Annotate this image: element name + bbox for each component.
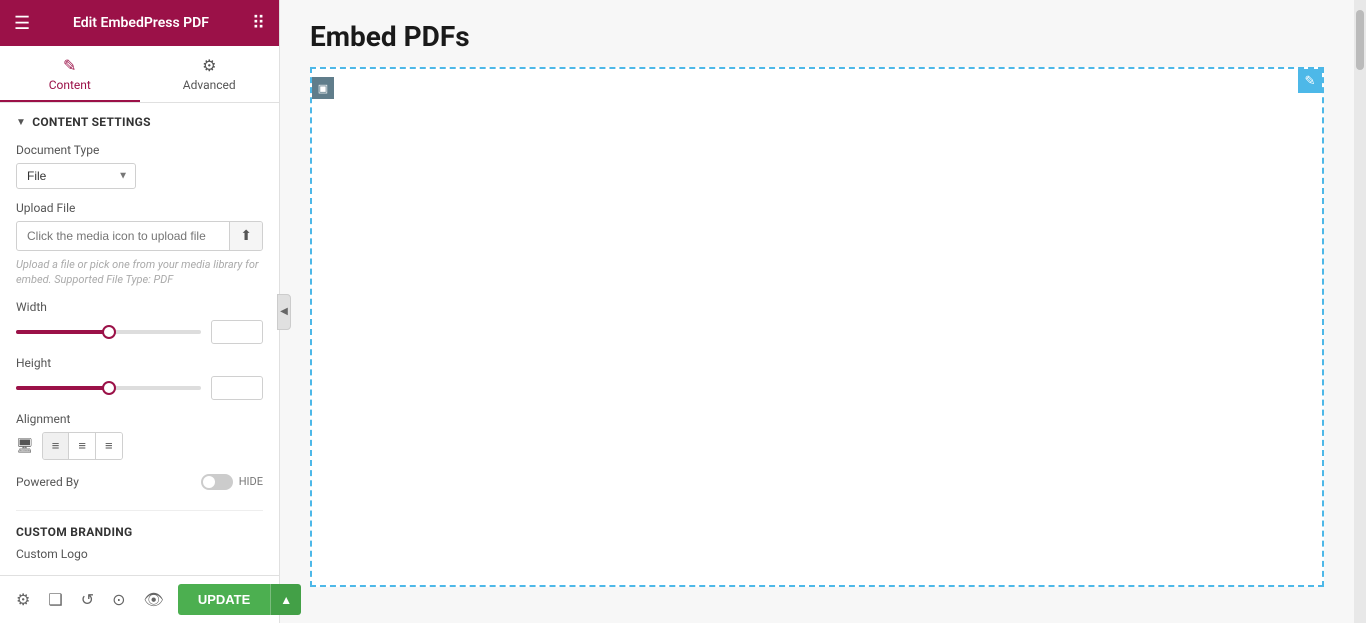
- height-slider-row: 600: [16, 376, 263, 400]
- update-button[interactable]: UPDATE: [178, 584, 270, 615]
- powered-by-label: Powered By: [16, 475, 79, 489]
- content-tab-label: Content: [49, 78, 91, 92]
- settings-icon[interactable]: ⚙: [12, 586, 34, 613]
- alignment-label: Alignment: [16, 412, 263, 426]
- align-buttons: ≡ ≡ ≡: [42, 432, 123, 460]
- height-slider-thumb[interactable]: [102, 381, 116, 395]
- update-dropdown-button[interactable]: ▲: [270, 584, 301, 615]
- sidebar-title: Edit EmbedPress PDF: [73, 15, 209, 31]
- width-value-input[interactable]: 600: [211, 320, 263, 344]
- upload-hint: Upload a file or pick one from your medi…: [16, 257, 263, 288]
- align-left-btn[interactable]: ≡: [43, 433, 70, 459]
- alignment-monitor-icon: 🖥: [16, 438, 34, 454]
- height-value-input[interactable]: 600: [211, 376, 263, 400]
- advanced-tab-icon: ⚙: [202, 56, 216, 75]
- custom-logo-label: Custom Logo: [16, 547, 263, 561]
- layers-icon[interactable]: ❑: [44, 586, 66, 613]
- toggle-knob: [203, 476, 215, 488]
- powered-by-row: Powered By HIDE: [16, 474, 263, 490]
- upload-input[interactable]: [17, 223, 229, 249]
- sidebar-footer: ⚙ ❑ ↺ ⊙ 👁 UPDATE ▲: [0, 575, 279, 623]
- section-arrow-icon: ▼: [16, 117, 26, 128]
- upload-area[interactable]: ⬆: [16, 221, 263, 251]
- edit-handle[interactable]: ✎: [1298, 69, 1322, 93]
- height-label: Height: [16, 356, 263, 370]
- tab-content[interactable]: ✎ Content: [0, 46, 140, 102]
- width-label: Width: [16, 300, 263, 314]
- content-tab-icon: ✎: [63, 56, 76, 75]
- height-slider-track[interactable]: [16, 386, 201, 390]
- content-settings-label: Content Settings: [32, 115, 151, 129]
- alignment-row: 🖥 ≡ ≡ ≡: [16, 432, 263, 460]
- sidebar-content: ▼ Content Settings Document Type File UR…: [0, 103, 279, 575]
- sidebar-header: ☰ Edit EmbedPress PDF ⠿: [0, 0, 279, 46]
- document-type-label: Document Type: [16, 143, 263, 157]
- document-type-dropdown[interactable]: File URL ▼: [16, 163, 136, 189]
- sidebar: ☰ Edit EmbedPress PDF ⠿ ✎ Content ⚙ Adva…: [0, 0, 280, 623]
- collapse-handle[interactable]: ◀: [277, 294, 291, 330]
- page-header: Embed PDFs: [280, 0, 1354, 67]
- grid-icon[interactable]: ⠿: [252, 13, 265, 34]
- embed-canvas: + ⠿ ✕ ▣ ✎: [310, 67, 1324, 587]
- outer-scrollbar[interactable]: [1354, 0, 1366, 623]
- content-settings-header: ▼ Content Settings: [16, 115, 263, 129]
- toggle-wrap: HIDE: [201, 474, 263, 490]
- collapse-arrow-icon: ◀: [280, 306, 288, 317]
- custom-branding-section: Custom Branding Custom Logo: [16, 510, 263, 561]
- page-title: Embed PDFs: [310, 20, 1324, 53]
- width-slider-fill: [16, 330, 109, 334]
- custom-branding-title: Custom Branding: [16, 525, 263, 539]
- eye-icon[interactable]: 👁: [140, 586, 168, 613]
- hamburger-icon[interactable]: ☰: [14, 13, 30, 34]
- upload-media-icon[interactable]: ⬆: [229, 222, 262, 250]
- history-icon[interactable]: ⊙: [108, 586, 129, 613]
- width-slider-thumb[interactable]: [102, 325, 116, 339]
- advanced-tab-label: Advanced: [183, 78, 236, 92]
- undo-icon[interactable]: ↺: [77, 586, 98, 613]
- width-slider-track[interactable]: [16, 330, 201, 334]
- column-handle[interactable]: ▣: [312, 77, 334, 99]
- toggle-text: HIDE: [239, 475, 263, 488]
- sidebar-tabs: ✎ Content ⚙ Advanced: [0, 46, 279, 103]
- upload-file-label: Upload File: [16, 201, 263, 215]
- height-slider-fill: [16, 386, 109, 390]
- powered-by-toggle[interactable]: [201, 474, 233, 490]
- tab-advanced[interactable]: ⚙ Advanced: [140, 46, 280, 102]
- update-btn-wrap: UPDATE ▲: [178, 584, 301, 615]
- scrollbar-thumb: [1356, 10, 1364, 70]
- main-area: Embed PDFs + ⠿ ✕ ▣ ✎: [280, 0, 1354, 623]
- canvas-area: + ⠿ ✕ ▣ ✎: [280, 67, 1354, 623]
- align-right-btn[interactable]: ≡: [96, 433, 122, 459]
- align-center-btn[interactable]: ≡: [69, 433, 96, 459]
- width-slider-row: 600: [16, 320, 263, 344]
- document-type-select[interactable]: File URL: [16, 163, 136, 189]
